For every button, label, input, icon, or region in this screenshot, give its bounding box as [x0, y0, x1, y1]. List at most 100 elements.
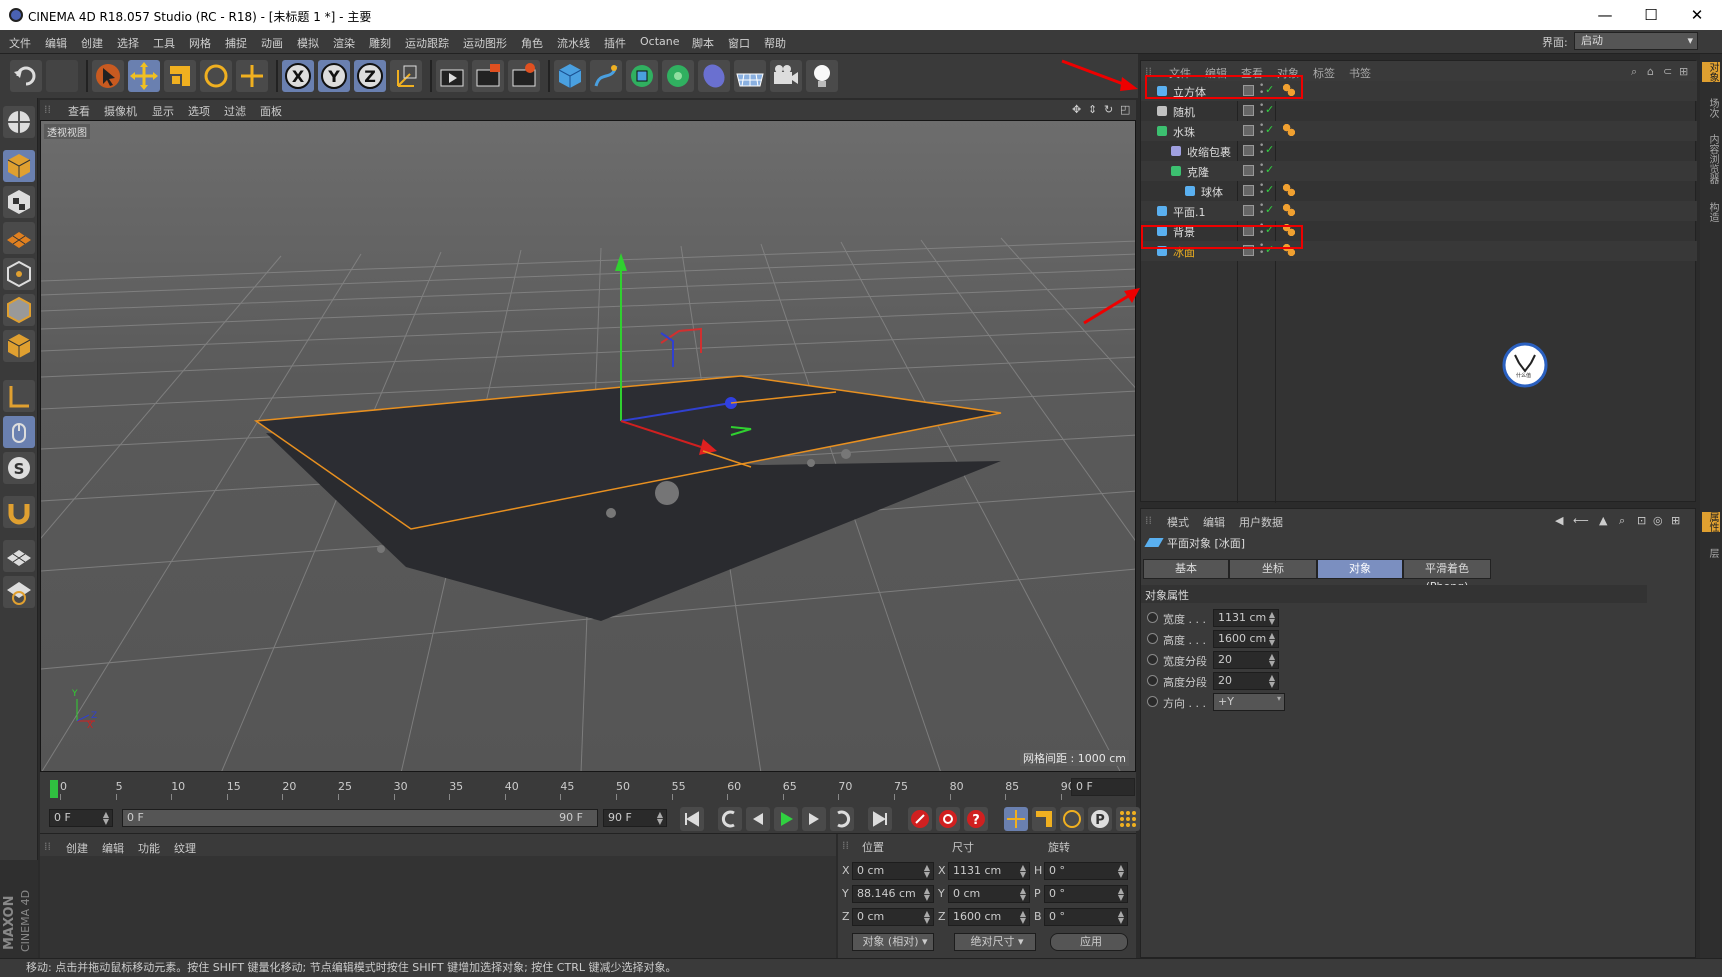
enabled-check-icon[interactable]: ✓	[1265, 163, 1274, 176]
enabled-check-icon[interactable]: ✓	[1265, 183, 1274, 196]
start-frame-field[interactable]: 0 F ▲ ▼	[49, 809, 113, 827]
size-x-field[interactable]: 1131 cm ▲ ▼	[948, 862, 1030, 880]
object-row[interactable]: 球体 • • ✓	[1141, 181, 1697, 201]
home-icon[interactable]: ⌂	[1647, 65, 1654, 78]
rot-b-field[interactable]: 0 ° ▲ ▼	[1044, 908, 1128, 926]
rot-h-field[interactable]: 0 ° ▲ ▼	[1044, 862, 1128, 880]
search-icon[interactable]: ⌕	[1619, 514, 1625, 528]
size-z-field[interactable]: 1600 cm ▲ ▼	[948, 908, 1030, 926]
rotate-tool-button[interactable]	[200, 60, 232, 92]
record-point-level-button[interactable]	[1116, 807, 1140, 831]
enabled-check-icon[interactable]: ✓	[1265, 103, 1274, 116]
object-row[interactable]: 克隆 • • ✓	[1141, 161, 1697, 181]
transform-tool-button[interactable]	[236, 60, 268, 92]
render-to-picture-viewer-button[interactable]	[472, 60, 504, 92]
maximize-button[interactable]: ☐	[1628, 0, 1674, 30]
render-view-button[interactable]	[436, 60, 468, 92]
layer-icon[interactable]	[1243, 185, 1254, 196]
object-menu-bookmarks[interactable]: 书签	[1349, 65, 1371, 81]
points-mode-icon[interactable]	[3, 258, 35, 290]
viewport-menu-cameras[interactable]: 摄像机	[104, 103, 137, 119]
material-menu-function[interactable]: 功能	[138, 840, 160, 856]
visibility-dots-icon[interactable]: • •	[1259, 122, 1264, 138]
menu-mograph[interactable]: 运动图形	[463, 35, 507, 51]
lock-workplane-icon[interactable]	[3, 540, 35, 572]
visibility-dots-icon[interactable]: • •	[1259, 182, 1264, 198]
play-button[interactable]	[774, 807, 798, 831]
target-icon[interactable]: ◎	[1653, 514, 1663, 527]
coordinate-system-button[interactable]	[390, 60, 422, 92]
menu-character[interactable]: 角色	[521, 35, 543, 51]
menu-simulate[interactable]: 模拟	[297, 35, 319, 51]
cube-icon[interactable]	[554, 60, 586, 92]
side-tab-takes[interactable]: 场次	[1702, 98, 1720, 118]
layer-icon[interactable]	[1243, 205, 1254, 216]
menu-window[interactable]: 窗口	[728, 35, 750, 51]
object-row[interactable]: 收缩包裹 • • ✓	[1141, 141, 1697, 161]
animate-radio[interactable]	[1147, 633, 1158, 644]
tab-basic[interactable]: 基本	[1143, 559, 1229, 579]
model-mode-icon[interactable]	[3, 150, 35, 182]
material-menu-texture[interactable]: 纹理	[174, 840, 196, 856]
next-frame-button[interactable]	[802, 807, 826, 831]
enabled-check-icon[interactable]: ✓	[1265, 143, 1274, 156]
playhead[interactable]	[50, 780, 58, 798]
render-settings-button[interactable]	[508, 60, 540, 92]
redo-button[interactable]	[46, 60, 78, 92]
layer-icon[interactable]	[1243, 125, 1254, 136]
back-icon[interactable]: ⊂	[1663, 65, 1672, 78]
make-editable-icon[interactable]	[3, 106, 35, 138]
minimize-button[interactable]: —	[1582, 0, 1628, 30]
material-menu-edit[interactable]: 编辑	[102, 840, 124, 856]
y-axis-lock-button[interactable]: Y	[318, 60, 350, 92]
side-tab-structure[interactable]: 构造	[1702, 202, 1720, 222]
pen-icon[interactable]	[590, 60, 622, 92]
record-parameter-button[interactable]: P	[1088, 807, 1112, 831]
visibility-dots-icon[interactable]: • •	[1259, 202, 1264, 218]
cloner-icon[interactable]	[662, 60, 694, 92]
menu-tools[interactable]: 工具	[153, 35, 175, 51]
attr-menu-user-data[interactable]: 用户数据	[1239, 514, 1283, 530]
pos-x-field[interactable]: 0 cm ▲ ▼	[852, 862, 934, 880]
side-tab-objects[interactable]: 对象	[1702, 62, 1720, 82]
search-icon[interactable]: ⌕	[1631, 65, 1637, 79]
menu-snap[interactable]: 捕捉	[225, 35, 247, 51]
layer-icon[interactable]	[1243, 165, 1254, 176]
x-axis-lock-button[interactable]: X	[282, 60, 314, 92]
tab-object[interactable]: 对象	[1317, 559, 1403, 579]
attr-menu-mode[interactable]: 模式	[1167, 514, 1189, 530]
pos-y-field[interactable]: 88.146 cm ▲ ▼	[852, 885, 934, 903]
viewport-menu-display[interactable]: 显示	[152, 103, 174, 119]
forward-arrow-icon[interactable]: ⟵	[1573, 514, 1589, 527]
menu-help[interactable]: 帮助	[764, 35, 786, 51]
menu-plugins[interactable]: 插件	[604, 35, 626, 51]
texture-mode-icon[interactable]	[3, 186, 35, 218]
property-field[interactable]: 1131 cm ▲ ▼	[1213, 609, 1279, 627]
tab-coordinates[interactable]: 坐标	[1229, 559, 1317, 579]
viewport-menu-view[interactable]: 查看	[68, 103, 90, 119]
record-scale-button[interactable]	[1032, 807, 1056, 831]
visibility-dots-icon[interactable]: • •	[1259, 102, 1264, 118]
property-field[interactable]: 20 ▲ ▼	[1213, 651, 1279, 669]
tweak-mode-icon[interactable]	[3, 416, 35, 448]
animate-radio[interactable]	[1147, 696, 1158, 707]
light-bulb-icon[interactable]	[806, 60, 838, 92]
animate-radio[interactable]	[1147, 654, 1158, 665]
previous-frame-button[interactable]	[746, 807, 770, 831]
material-tag-icon[interactable]	[1283, 184, 1295, 196]
current-frame-field[interactable]: 0 F	[1071, 778, 1135, 796]
scale-tool-button[interactable]	[164, 60, 196, 92]
go-to-start-button[interactable]	[680, 807, 704, 831]
menu-octane[interactable]: Octane	[640, 35, 680, 48]
material-menu-create[interactable]: 创建	[66, 840, 88, 856]
menu-edit[interactable]: 编辑	[45, 35, 67, 51]
workplane-mode-icon[interactable]	[3, 222, 35, 254]
lock-icon[interactable]: ⊡	[1637, 514, 1646, 527]
select-tool-button[interactable]	[92, 60, 124, 92]
back-arrow-icon[interactable]: ◀	[1555, 514, 1563, 527]
deformer-icon[interactable]	[698, 60, 730, 92]
close-button[interactable]: ✕	[1674, 0, 1720, 30]
material-tag-icon[interactable]	[1283, 124, 1295, 136]
undo-button[interactable]	[10, 60, 42, 92]
pos-z-field[interactable]: 0 cm ▲ ▼	[852, 908, 934, 926]
